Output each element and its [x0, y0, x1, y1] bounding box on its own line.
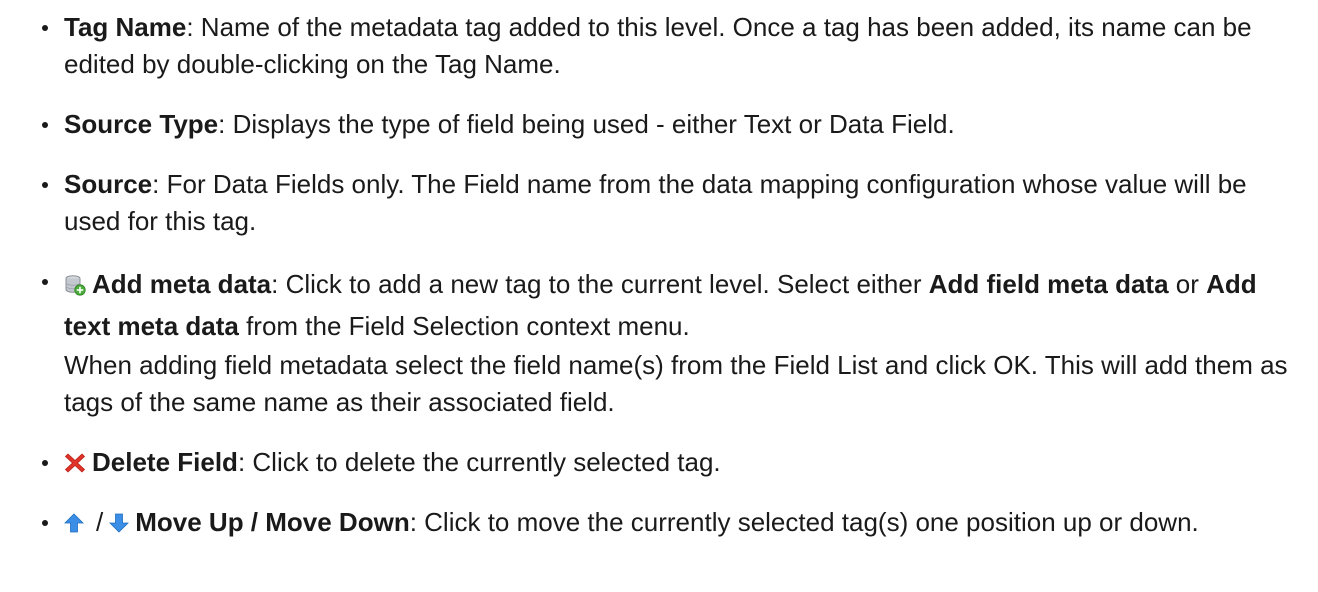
add-meta-data-note: When adding field metadata select the fi… — [64, 350, 1288, 417]
list-item-delete-field: Delete Field: Click to delete the curren… — [40, 444, 1288, 481]
term-move-up-move-down: Move Up / Move Down — [135, 507, 410, 537]
term-source: Source — [64, 169, 153, 199]
term-add-meta-data: Add meta data — [92, 269, 272, 299]
arrow-up-icon — [64, 512, 84, 534]
list-item-move-up-down: / Move Up / Move Down: Click to move the… — [40, 504, 1288, 541]
list-item-add-meta-data: Add meta data: Click to add a new tag to… — [40, 263, 1288, 421]
list-item-source: Source: For Data Fields only. The Field … — [40, 166, 1288, 240]
term-delete-field: Delete Field — [92, 447, 238, 477]
description-add-meta-data-3: from the Field Selection context menu. — [238, 311, 690, 341]
list-item-source-type: Source Type: Displays the type of field … — [40, 106, 1288, 143]
add-meta-data-paragraph: Add meta data: Click to add a new tag to… — [64, 263, 1288, 347]
feature-description-list: Tag Name: Name of the metadata tag added… — [0, 9, 1318, 541]
red-x-icon — [64, 452, 86, 474]
description-move-up-move-down: : Click to move the currently selected t… — [409, 507, 1199, 537]
description-source: : For Data Fields only. The Field name f… — [64, 169, 1247, 236]
arrow-down-icon — [109, 512, 130, 534]
database-add-icon — [64, 274, 86, 296]
description-tag-name: : Name of the metadata tag added to this… — [64, 12, 1252, 79]
description-add-meta-data-1: : Click to add a new tag to the current … — [271, 269, 929, 299]
description-source-type: : Displays the type of field being used … — [218, 109, 955, 139]
option-add-field-meta-data: Add field meta data — [928, 269, 1169, 299]
description-add-meta-data-2: or — [1168, 269, 1207, 299]
list-item-tag-name: Tag Name: Name of the metadata tag added… — [40, 9, 1288, 83]
term-tag-name: Tag Name — [64, 12, 187, 42]
icon-separator: / — [96, 507, 104, 537]
term-source-type: Source Type — [64, 109, 219, 139]
description-delete-field: : Click to delete the currently selected… — [237, 447, 721, 477]
